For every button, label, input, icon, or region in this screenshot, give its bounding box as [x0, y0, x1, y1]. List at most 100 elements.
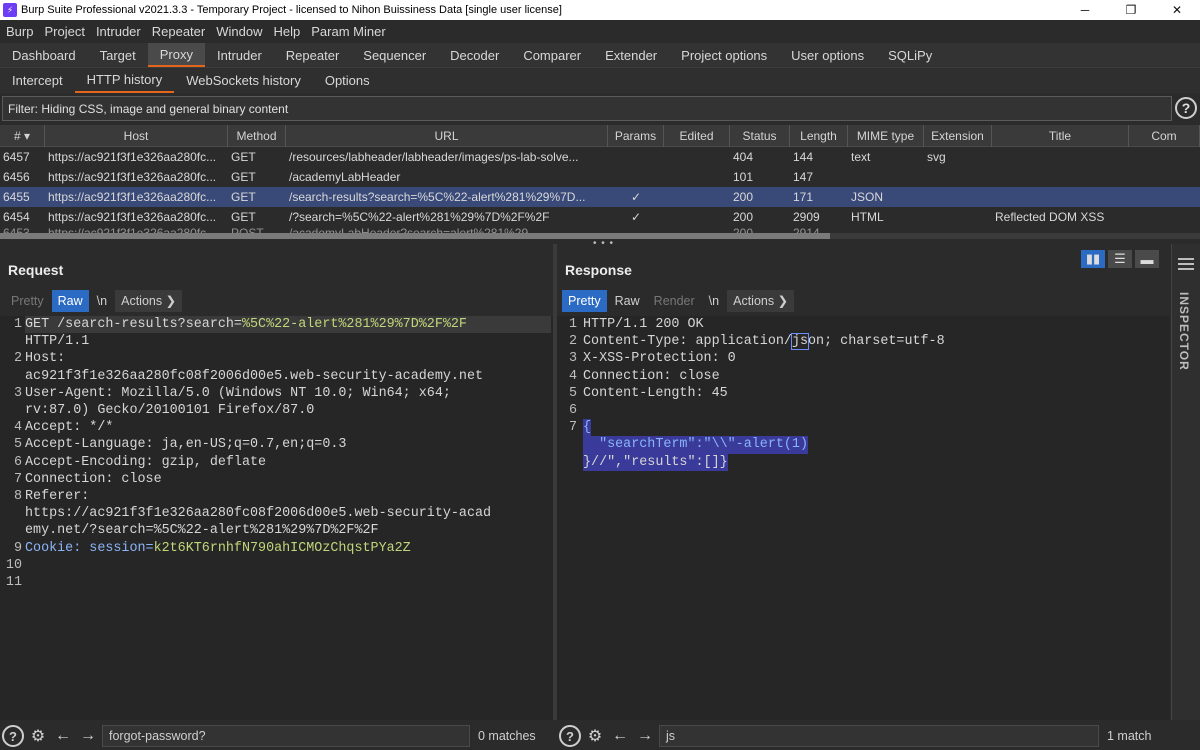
help-icon[interactable]: ?	[1175, 97, 1197, 119]
menu-help[interactable]: Help	[273, 24, 300, 39]
menu-param-miner[interactable]: Param Miner	[311, 24, 385, 39]
table-row-selected[interactable]: 6455 https://ac921f3f1e326aa280fc... GET…	[0, 187, 1200, 207]
line-number: 7	[13, 471, 22, 487]
main-tabs: Dashboard Target Proxy Intruder Repeater…	[0, 43, 1200, 68]
inspector-menu-icon[interactable]	[1178, 258, 1194, 273]
header-connection: Connection: close	[25, 471, 162, 487]
tab-intercept[interactable]: Intercept	[0, 68, 75, 93]
response-render-tab[interactable]: Render	[648, 290, 701, 312]
header-referer-value: https://ac921f3f1e326aa280fc08f2006d00e5…	[25, 506, 492, 522]
line-number: 1	[568, 317, 577, 332]
menu-window[interactable]: Window	[216, 24, 262, 39]
tab-comparer[interactable]: Comparer	[511, 43, 593, 67]
tab-intruder[interactable]: Intruder	[205, 43, 274, 67]
split-grip-icon[interactable]: • • •	[593, 238, 614, 249]
col-header-mime-type[interactable]: MIME type	[848, 125, 924, 147]
help-icon[interactable]: ?	[2, 725, 24, 747]
request-pretty-tab[interactable]: Pretty	[5, 290, 50, 312]
cell-url: /academyLabHeader	[289, 170, 401, 184]
content-type-suffix: on; charset=utf-8	[808, 334, 945, 350]
line-number: 3	[568, 351, 577, 367]
cell-status: 404	[733, 150, 754, 164]
tab-decoder[interactable]: Decoder	[438, 43, 511, 67]
inspector-label[interactable]: INSPECTOR	[1177, 292, 1191, 371]
cell-number: 6456	[3, 170, 30, 184]
table-row[interactable]: 6454 https://ac921f3f1e326aa280fc... GET…	[0, 207, 1200, 227]
col-header-params[interactable]: Params	[608, 125, 664, 147]
col-header-status[interactable]: Status	[730, 125, 790, 147]
menu-project[interactable]: Project	[44, 24, 84, 39]
col-header-url[interactable]: URL	[286, 125, 608, 147]
forward-arrow-icon[interactable]: →	[634, 725, 656, 747]
tab-repeater[interactable]: Repeater	[274, 43, 351, 67]
side-by-side-layout-icon[interactable]: ▮▮	[1081, 250, 1105, 268]
request-search-input[interactable]: forgot-password?	[102, 725, 470, 747]
menu-repeater[interactable]: Repeater	[152, 24, 205, 39]
table-row[interactable]: 6457 https://ac921f3f1e326aa280fc... GET…	[0, 147, 1200, 167]
header-cookie: Cookie: session=k2t6KT6rnhfN790ahICMOzCh…	[25, 540, 411, 557]
request-method-path: GET /search-results?search=	[25, 317, 242, 332]
table-header: # ▾ Host Method URL Params Edited Status…	[0, 125, 1200, 147]
tab-http-history[interactable]: HTTP history	[74, 68, 175, 93]
tab-extender[interactable]: Extender	[593, 43, 669, 67]
menu-intruder[interactable]: Intruder	[96, 24, 141, 39]
minimize-button[interactable]: ─	[1062, 0, 1108, 20]
header-user-agent: User-Agent: Mozilla/5.0 (Windows NT 10.0…	[25, 385, 451, 401]
tab-proxy[interactable]: Proxy	[147, 43, 205, 67]
col-header-host[interactable]: Host	[45, 125, 228, 147]
menu-burp[interactable]: Burp	[6, 24, 33, 39]
tab-sequencer[interactable]: Sequencer	[351, 43, 438, 67]
col-header-method[interactable]: Method	[228, 125, 286, 147]
gear-icon[interactable]: ⚙	[584, 725, 606, 747]
cell-length: 171	[793, 190, 814, 204]
stacked-layout-icon[interactable]: ☰	[1108, 250, 1132, 268]
tab-websockets-history[interactable]: WebSockets history	[174, 68, 313, 93]
response-editor[interactable]: 1 2 3 4 5 6 7 HTTP/1.1 200 OK Content-Ty…	[557, 316, 1170, 720]
back-arrow-icon[interactable]: ←	[609, 725, 631, 747]
line-number: 4	[13, 420, 22, 436]
restore-button[interactable]: ❐	[1108, 0, 1154, 20]
help-icon[interactable]: ?	[559, 725, 581, 747]
filter-bar[interactable]: Filter: Hiding CSS, image and general bi…	[2, 96, 1172, 121]
tab-target[interactable]: Target	[88, 43, 148, 67]
back-arrow-icon[interactable]: ←	[52, 725, 74, 747]
tab-project-options[interactable]: Project options	[669, 43, 779, 67]
request-line-1: GET /search-results?search=%5C%22-alert%…	[25, 316, 551, 334]
cell-url: /resources/labheader/labheader/images/ps…	[289, 150, 579, 164]
request-search-bar: ? ⚙ ← → forgot-password? 0 matches	[2, 722, 552, 750]
request-editor[interactable]: 1 2 3 4 5 6 7 8 9 10 11 GET /search-resu…	[0, 316, 553, 720]
tab-user-options[interactable]: User options	[779, 43, 876, 67]
scrollbar-thumb[interactable]	[0, 233, 830, 239]
cell-host: https://ac921f3f1e326aa280fc...	[48, 190, 217, 204]
line-number: 4	[568, 368, 577, 384]
col-header-title[interactable]: Title	[992, 125, 1129, 147]
response-actions-button[interactable]: Actions ❯	[727, 290, 795, 312]
search-match-highlight: js	[790, 333, 810, 351]
request-actions-button[interactable]: Actions ❯	[115, 290, 183, 312]
inspector-panel[interactable]: INSPECTOR	[1171, 244, 1200, 720]
line-number: 2	[13, 351, 22, 367]
col-header-number[interactable]: # ▾	[0, 125, 45, 147]
response-search-input[interactable]: js	[659, 725, 1099, 747]
response-toolbar: Pretty Raw Render \n Actions ❯	[562, 290, 796, 312]
col-header-extension[interactable]: Extension	[924, 125, 992, 147]
col-header-length[interactable]: Length	[790, 125, 848, 147]
cell-length: 147	[793, 170, 814, 184]
col-header-comment[interactable]: Com	[1129, 125, 1200, 147]
request-raw-tab[interactable]: Raw	[51, 290, 89, 312]
gear-icon[interactable]: ⚙	[27, 725, 49, 747]
forward-arrow-icon[interactable]: →	[77, 725, 99, 747]
single-pane-layout-icon[interactable]: ▬	[1135, 250, 1159, 268]
table-row[interactable]: 6456 https://ac921f3f1e326aa280fc... GET…	[0, 167, 1200, 187]
response-newline-toggle[interactable]: \n	[703, 290, 725, 312]
tab-dashboard[interactable]: Dashboard	[0, 43, 88, 67]
tab-options[interactable]: Options	[313, 68, 382, 93]
close-button[interactable]: ✕	[1154, 0, 1200, 20]
response-raw-tab[interactable]: Raw	[609, 290, 646, 312]
request-newline-toggle[interactable]: \n	[91, 290, 113, 312]
header-xss-protection: X-XSS-Protection: 0	[583, 351, 736, 367]
tab-sqlipy[interactable]: SQLiPy	[876, 43, 944, 67]
response-pretty-tab[interactable]: Pretty	[562, 290, 607, 312]
cell-number: 6457	[3, 150, 30, 164]
col-header-edited[interactable]: Edited	[664, 125, 730, 147]
